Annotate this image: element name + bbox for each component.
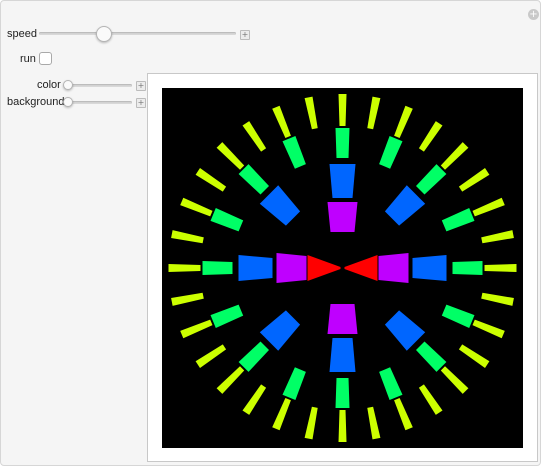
plus-circle-icon[interactable]: + bbox=[528, 9, 539, 20]
ring-3-spoke bbox=[329, 164, 356, 198]
background-expand-icon[interactable]: + bbox=[136, 98, 146, 108]
ring-5-spoke bbox=[338, 94, 347, 126]
ring-4-spoke bbox=[452, 261, 483, 275]
ring-5-spoke bbox=[168, 264, 201, 272]
radial-pattern-graphic bbox=[162, 88, 523, 448]
ring-5-spoke bbox=[484, 264, 517, 272]
ring-5-spoke bbox=[338, 410, 347, 442]
background-slider-thumb[interactable] bbox=[63, 97, 73, 107]
ring-2-spoke bbox=[276, 253, 307, 283]
speed-expand-icon[interactable]: + bbox=[240, 30, 250, 40]
speed-label: speed bbox=[7, 28, 37, 40]
color-expand-icon[interactable]: + bbox=[136, 81, 146, 91]
background-label: background bbox=[7, 96, 65, 108]
speed-slider-thumb[interactable] bbox=[96, 26, 112, 42]
run-checkbox[interactable] bbox=[39, 52, 52, 65]
ring-3-spoke bbox=[238, 255, 273, 281]
color-label: color bbox=[37, 79, 61, 91]
ring-2-spoke bbox=[327, 304, 358, 334]
ring-4-spoke bbox=[335, 128, 350, 158]
run-label: run bbox=[20, 53, 36, 65]
ring-2-spoke bbox=[378, 253, 409, 283]
ring-2-spoke bbox=[327, 202, 358, 232]
color-slider-track[interactable] bbox=[64, 84, 132, 87]
color-slider-thumb[interactable] bbox=[63, 80, 73, 90]
manipulate-panel: + speed + run color + background + bbox=[0, 0, 541, 466]
ring-3-spoke bbox=[412, 255, 447, 281]
ring-3-spoke bbox=[329, 338, 356, 372]
speed-slider-track[interactable] bbox=[39, 32, 236, 35]
ring-4-spoke bbox=[335, 378, 350, 408]
ring-4-spoke bbox=[202, 261, 233, 275]
background-slider-track[interactable] bbox=[64, 101, 132, 104]
